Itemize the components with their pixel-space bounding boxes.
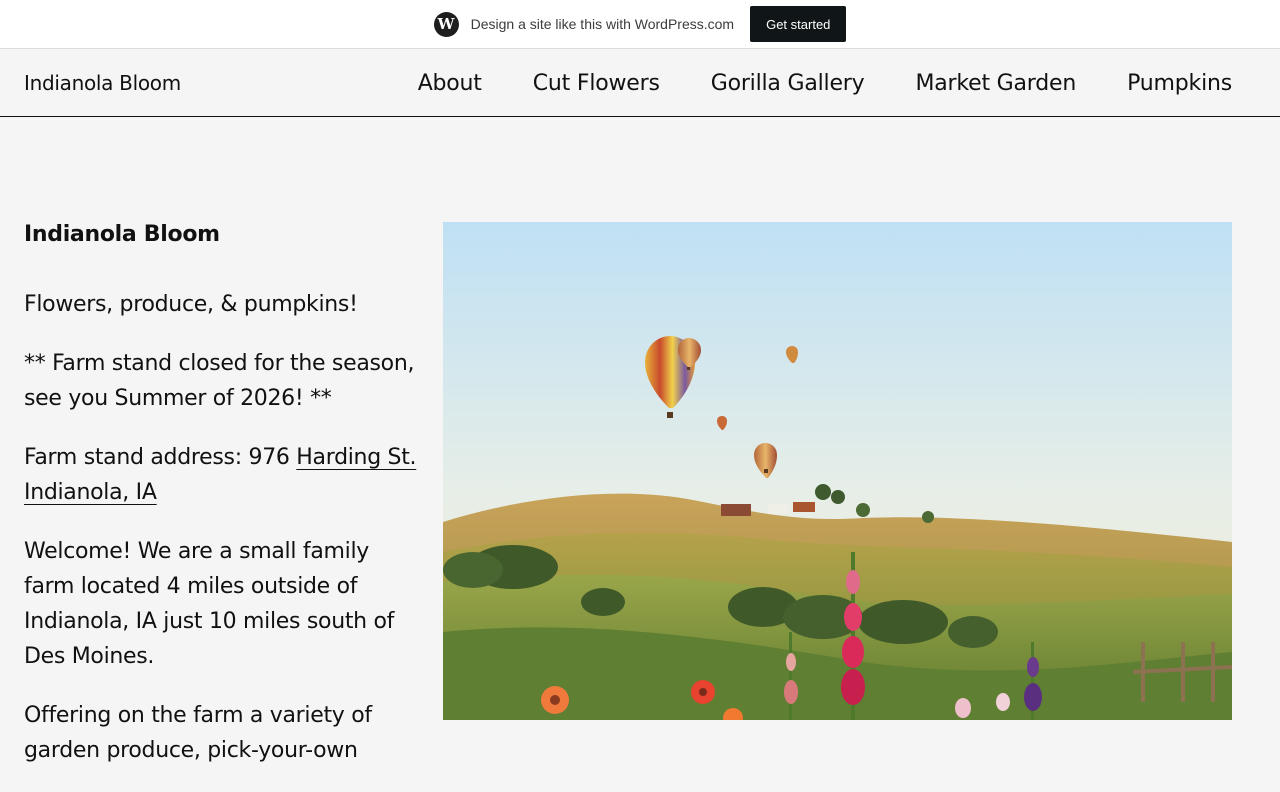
site-header: Indianola Bloom About Cut Flowers Gorill… xyxy=(0,50,1280,117)
wordpress-promo-bar: W Design a site like this with WordPress… xyxy=(0,0,1280,49)
intro-column: Indianola Bloom Flowers, produce, & pump… xyxy=(24,220,419,792)
main-navigation: About Cut Flowers Gorilla Gallery Market… xyxy=(418,71,1233,96)
nav-item-cut-flowers[interactable]: Cut Flowers xyxy=(533,71,660,96)
site-title[interactable]: Indianola Bloom xyxy=(24,71,181,95)
nav-item-gorilla-gallery[interactable]: Gorilla Gallery xyxy=(711,71,865,96)
season-notice: ** Farm stand closed for the season, see… xyxy=(24,351,415,411)
farm-address: Farm stand address: 976 Harding St. Indi… xyxy=(24,440,419,510)
hero-image xyxy=(443,222,1232,720)
nav-item-about[interactable]: About xyxy=(418,71,482,96)
offering-text: Offering on the farm a variety of garden… xyxy=(24,703,372,763)
blog-name: Indianola Bloom xyxy=(24,222,220,247)
nav-item-pumpkins[interactable]: Pumpkins xyxy=(1127,71,1232,96)
promo-text[interactable]: Design a site like this with WordPress.c… xyxy=(471,16,735,32)
nav-item-market-garden[interactable]: Market Garden xyxy=(915,71,1076,96)
address-prefix: Farm stand address: 976 xyxy=(24,445,297,470)
wordpress-icon[interactable]: W xyxy=(433,11,459,37)
welcome-text: Welcome! We are a small family farm loca… xyxy=(24,539,395,669)
tagline: Flowers, produce, & pumpkins! xyxy=(24,292,358,317)
farm-landscape-image xyxy=(443,222,1232,720)
get-started-button[interactable]: Get started xyxy=(750,6,847,42)
